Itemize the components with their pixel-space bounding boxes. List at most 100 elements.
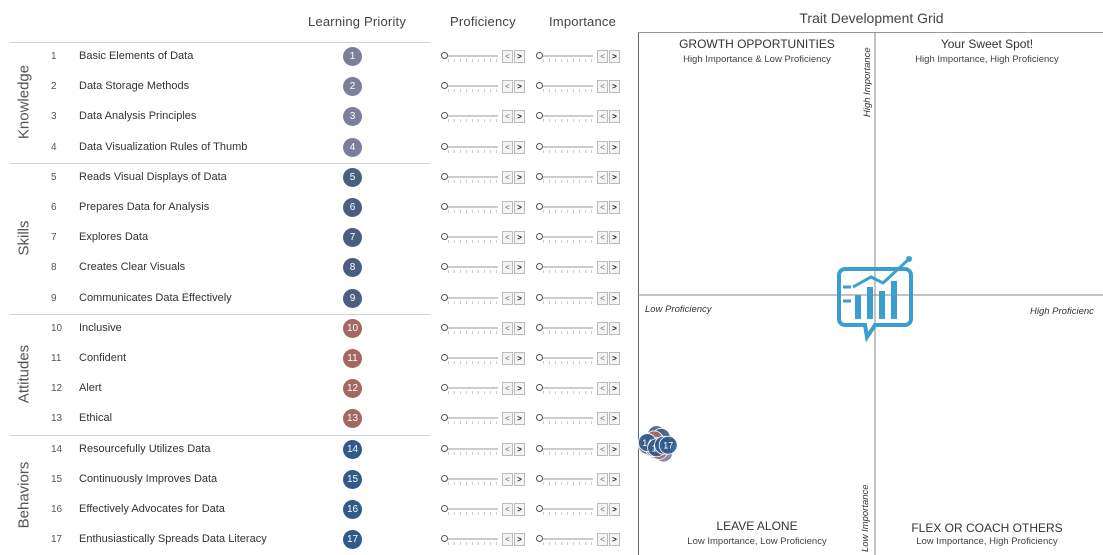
slider-increment-button[interactable]: > bbox=[514, 170, 525, 184]
trait-point[interactable]: 17 bbox=[658, 435, 678, 455]
slider-handle[interactable] bbox=[441, 474, 448, 482]
slider-decrement-button[interactable]: < bbox=[502, 201, 513, 214]
slider-handle[interactable] bbox=[441, 82, 448, 90]
slider-track[interactable] bbox=[448, 326, 498, 329]
slider-increment-button[interactable]: > bbox=[609, 321, 620, 335]
proficiency-slider[interactable]: < > bbox=[440, 533, 530, 547]
importance-slider[interactable]: < > bbox=[535, 533, 625, 547]
slider-decrement-button[interactable]: < bbox=[502, 80, 513, 94]
slider-increment-button[interactable]: > bbox=[609, 291, 620, 305]
slider-decrement-button[interactable]: < bbox=[597, 533, 608, 547]
slider-handle[interactable] bbox=[441, 354, 448, 361]
slider-increment-button[interactable]: > bbox=[609, 503, 620, 516]
slider-handle[interactable] bbox=[536, 293, 543, 301]
slider-track[interactable] bbox=[543, 115, 593, 118]
slider-track[interactable] bbox=[448, 387, 498, 390]
slider-handle[interactable] bbox=[441, 142, 448, 150]
importance-slider[interactable]: < > bbox=[535, 231, 625, 245]
slider-decrement-button[interactable]: < bbox=[502, 321, 513, 335]
slider-track[interactable] bbox=[543, 206, 593, 208]
slider-handle[interactable] bbox=[441, 535, 448, 543]
slider-track[interactable] bbox=[543, 387, 593, 390]
slider-handle[interactable] bbox=[536, 172, 543, 180]
slider-increment-button[interactable]: > bbox=[514, 50, 525, 63]
slider-track[interactable] bbox=[448, 447, 498, 450]
slider-decrement-button[interactable]: < bbox=[502, 140, 513, 154]
slider-decrement-button[interactable]: < bbox=[502, 352, 513, 365]
slider-handle[interactable] bbox=[441, 172, 448, 180]
slider-track[interactable] bbox=[543, 145, 593, 148]
slider-increment-button[interactable]: > bbox=[514, 80, 525, 94]
slider-increment-button[interactable]: > bbox=[609, 352, 620, 365]
slider-decrement-button[interactable]: < bbox=[502, 503, 513, 516]
slider-track[interactable] bbox=[543, 236, 593, 239]
slider-handle[interactable] bbox=[536, 203, 543, 210]
slider-handle[interactable] bbox=[441, 263, 448, 271]
importance-slider[interactable]: < > bbox=[535, 80, 625, 94]
slider-handle[interactable] bbox=[536, 505, 543, 512]
slider-track[interactable] bbox=[448, 55, 498, 57]
proficiency-slider[interactable]: < > bbox=[440, 80, 530, 94]
slider-handle[interactable] bbox=[441, 112, 448, 120]
proficiency-slider[interactable]: < > bbox=[440, 442, 530, 457]
slider-track[interactable] bbox=[543, 175, 593, 178]
slider-increment-button[interactable]: > bbox=[514, 382, 525, 396]
slider-decrement-button[interactable]: < bbox=[502, 442, 513, 456]
slider-decrement-button[interactable]: < bbox=[597, 352, 608, 365]
slider-increment-button[interactable]: > bbox=[514, 201, 525, 214]
slider-track[interactable] bbox=[543, 538, 593, 541]
slider-increment-button[interactable]: > bbox=[514, 472, 525, 486]
importance-slider[interactable]: < > bbox=[535, 170, 625, 185]
slider-increment-button[interactable]: > bbox=[514, 412, 525, 426]
slider-increment-button[interactable]: > bbox=[609, 442, 620, 456]
slider-increment-button[interactable]: > bbox=[514, 533, 525, 547]
proficiency-slider[interactable]: < > bbox=[440, 382, 530, 396]
slider-decrement-button[interactable]: < bbox=[597, 201, 608, 214]
slider-track[interactable] bbox=[543, 447, 593, 450]
slider-handle[interactable] bbox=[441, 233, 448, 241]
slider-decrement-button[interactable]: < bbox=[597, 412, 608, 426]
slider-increment-button[interactable]: > bbox=[609, 50, 620, 63]
slider-increment-button[interactable]: > bbox=[514, 503, 525, 516]
slider-handle[interactable] bbox=[536, 233, 543, 241]
slider-decrement-button[interactable]: < bbox=[597, 261, 608, 275]
slider-increment-button[interactable]: > bbox=[609, 533, 620, 547]
importance-slider[interactable]: < > bbox=[535, 110, 625, 124]
slider-decrement-button[interactable]: < bbox=[502, 110, 513, 124]
importance-slider[interactable]: < > bbox=[535, 201, 625, 215]
slider-increment-button[interactable]: > bbox=[514, 352, 525, 365]
slider-decrement-button[interactable]: < bbox=[502, 170, 513, 184]
slider-track[interactable] bbox=[543, 417, 593, 420]
slider-track[interactable] bbox=[448, 175, 498, 178]
slider-decrement-button[interactable]: < bbox=[597, 140, 608, 154]
proficiency-slider[interactable]: < > bbox=[440, 472, 530, 487]
slider-increment-button[interactable]: > bbox=[609, 472, 620, 486]
slider-track[interactable] bbox=[543, 266, 593, 269]
proficiency-slider[interactable]: < > bbox=[440, 140, 530, 155]
slider-handle[interactable] bbox=[536, 263, 543, 271]
slider-decrement-button[interactable]: < bbox=[502, 261, 513, 275]
slider-decrement-button[interactable]: < bbox=[597, 503, 608, 516]
slider-handle[interactable] bbox=[441, 293, 448, 301]
slider-track[interactable] bbox=[448, 296, 498, 299]
slider-handle[interactable] bbox=[536, 323, 543, 331]
importance-slider[interactable]: < > bbox=[535, 321, 625, 336]
slider-decrement-button[interactable]: < bbox=[597, 291, 608, 305]
slider-track[interactable] bbox=[543, 55, 593, 57]
slider-track[interactable] bbox=[543, 296, 593, 299]
importance-slider[interactable]: < > bbox=[535, 503, 625, 517]
slider-handle[interactable] bbox=[536, 82, 543, 90]
slider-decrement-button[interactable]: < bbox=[597, 321, 608, 335]
slider-handle[interactable] bbox=[536, 384, 543, 392]
slider-decrement-button[interactable]: < bbox=[502, 382, 513, 396]
importance-slider[interactable]: < > bbox=[535, 412, 625, 426]
slider-handle[interactable] bbox=[536, 474, 543, 482]
slider-track[interactable] bbox=[448, 508, 498, 510]
slider-handle[interactable] bbox=[441, 444, 448, 452]
importance-slider[interactable]: < > bbox=[535, 472, 625, 487]
slider-increment-button[interactable]: > bbox=[609, 201, 620, 214]
importance-slider[interactable]: < > bbox=[535, 50, 625, 64]
proficiency-slider[interactable]: < > bbox=[440, 261, 530, 275]
slider-increment-button[interactable]: > bbox=[609, 170, 620, 184]
slider-handle[interactable] bbox=[536, 112, 543, 120]
